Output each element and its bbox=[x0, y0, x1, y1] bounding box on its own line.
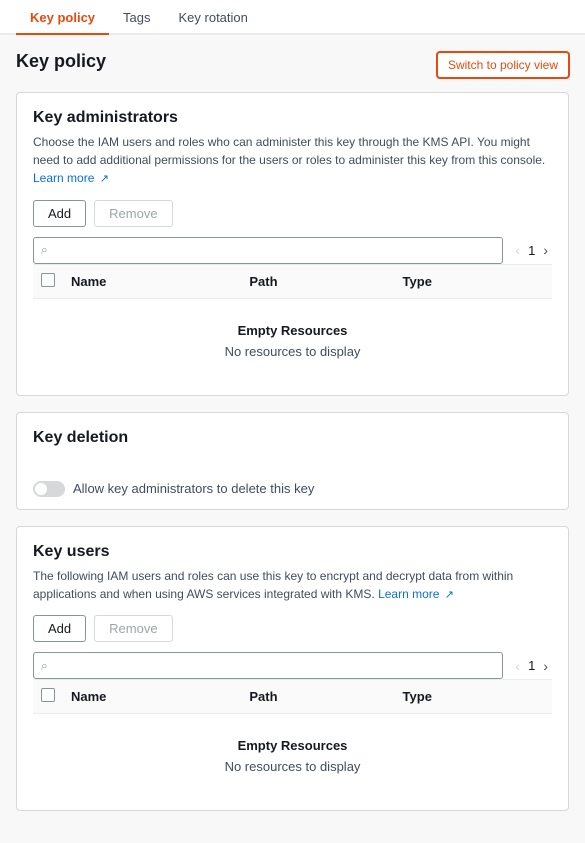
key-deletion-label: Allow key administrators to delete this … bbox=[73, 481, 314, 496]
switch-to-policy-view-button[interactable]: Switch to policy view bbox=[437, 52, 569, 78]
key-users-select-all-header bbox=[33, 680, 63, 714]
page-title: Key policy bbox=[16, 51, 106, 72]
key-users-description: The following IAM users and roles can us… bbox=[33, 567, 552, 604]
key-administrators-path-header: Path bbox=[241, 264, 394, 298]
external-link-icon: ↗ bbox=[100, 173, 109, 185]
key-users-search-input[interactable] bbox=[33, 652, 503, 679]
key-users-no-resources-message: No resources to display bbox=[41, 757, 544, 786]
key-users-card: Key users The following IAM users and ro… bbox=[16, 526, 569, 812]
key-users-add-button[interactable]: Add bbox=[33, 615, 86, 642]
key-users-table: Name Path Type Empty Resources No resour… bbox=[33, 679, 552, 794]
external-link-icon-users: ↗ bbox=[445, 589, 454, 601]
key-administrators-table: Name Path Type Empty Resources No resour… bbox=[33, 264, 552, 379]
key-administrators-no-resources-message: No resources to display bbox=[41, 342, 544, 371]
key-administrators-remove-button: Remove bbox=[94, 200, 172, 227]
key-users-title: Key users bbox=[33, 543, 552, 561]
key-users-name-header: Name bbox=[63, 680, 241, 714]
key-users-select-all-checkbox[interactable] bbox=[41, 688, 55, 702]
key-users-next-page-button[interactable]: › bbox=[539, 656, 552, 676]
key-users-path-header: Path bbox=[241, 680, 394, 714]
tab-tags[interactable]: Tags bbox=[109, 0, 164, 35]
key-administrators-search-row: ⌕ ‹ 1 › bbox=[33, 237, 552, 264]
key-deletion-card: Key deletion Allow key administrators to… bbox=[16, 412, 569, 510]
key-administrators-empty-row: Empty Resources No resources to display bbox=[33, 298, 552, 379]
key-administrators-name-header: Name bbox=[63, 264, 241, 298]
search-icon: ⌕ bbox=[41, 243, 48, 258]
key-administrators-add-button[interactable]: Add bbox=[33, 200, 86, 227]
key-administrators-pagination: ‹ 1 › bbox=[511, 240, 552, 260]
key-administrators-type-header: Type bbox=[395, 264, 552, 298]
key-administrators-actions: Add Remove bbox=[33, 200, 552, 227]
select-all-checkbox[interactable] bbox=[41, 273, 55, 287]
key-users-type-header: Type bbox=[395, 680, 552, 714]
key-administrators-title: Key administrators bbox=[33, 109, 552, 127]
tabs-bar: Key policy Tags Key rotation bbox=[0, 0, 585, 35]
key-users-search-row: ⌕ ‹ 1 › bbox=[33, 652, 552, 679]
key-administrators-page-number: 1 bbox=[528, 243, 535, 258]
main-content: Key policy Switch to policy view Key adm… bbox=[0, 35, 585, 843]
key-administrators-next-page-button[interactable]: › bbox=[539, 240, 552, 260]
key-deletion-body: Allow key administrators to delete this … bbox=[17, 469, 568, 509]
key-deletion-toggle[interactable] bbox=[33, 481, 65, 497]
key-administrators-prev-page-button[interactable]: ‹ bbox=[511, 240, 524, 260]
key-administrators-empty-title: Empty Resources bbox=[41, 307, 544, 342]
tab-key-rotation[interactable]: Key rotation bbox=[165, 0, 262, 35]
key-users-prev-page-button[interactable]: ‹ bbox=[511, 656, 524, 676]
key-users-learn-more-link[interactable]: Learn more ↗ bbox=[378, 587, 454, 601]
key-administrators-learn-more-link[interactable]: Learn more ↗ bbox=[33, 171, 109, 185]
key-users-page-number: 1 bbox=[528, 658, 535, 673]
key-users-empty-row: Empty Resources No resources to display bbox=[33, 714, 552, 795]
key-users-empty-title: Empty Resources bbox=[41, 722, 544, 757]
key-users-search-wrap: ⌕ bbox=[33, 652, 503, 679]
key-administrators-card: Key administrators Choose the IAM users … bbox=[16, 92, 569, 396]
key-administrators-select-all-header bbox=[33, 264, 63, 298]
tab-key-policy[interactable]: Key policy bbox=[16, 0, 109, 35]
key-administrators-search-input[interactable] bbox=[33, 237, 503, 264]
search-icon-users: ⌕ bbox=[41, 658, 48, 673]
key-administrators-description: Choose the IAM users and roles who can a… bbox=[33, 133, 552, 188]
key-users-actions: Add Remove bbox=[33, 615, 552, 642]
key-users-remove-button: Remove bbox=[94, 615, 172, 642]
key-administrators-search-wrap: ⌕ bbox=[33, 237, 503, 264]
key-users-pagination: ‹ 1 › bbox=[511, 656, 552, 676]
key-deletion-title: Key deletion bbox=[33, 429, 552, 447]
